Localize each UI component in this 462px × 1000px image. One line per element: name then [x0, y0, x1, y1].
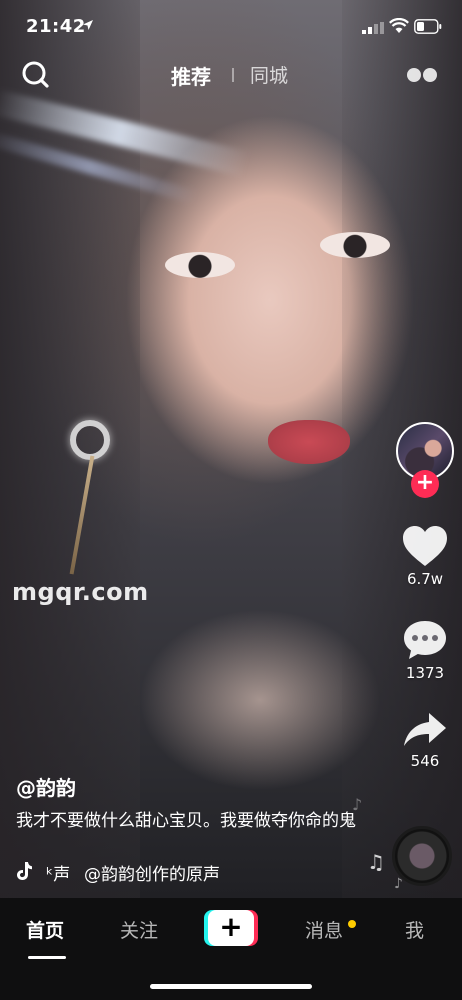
wifi-icon: [389, 18, 409, 33]
video-earring: [70, 420, 110, 460]
music-title: @韵韵创作的原声: [84, 865, 220, 884]
share-arrow-icon: [404, 713, 446, 746]
nav-messages[interactable]: 消息: [305, 916, 343, 943]
tab-nearby[interactable]: 同城: [250, 61, 288, 88]
nav-home[interactable]: 首页: [26, 916, 64, 943]
share-count: 546: [410, 752, 440, 770]
nav-profile[interactable]: 我: [405, 916, 424, 943]
video-eye-left: [165, 252, 235, 278]
comment-icon: [404, 621, 446, 659]
top-nav: 推荐 同城: [0, 55, 462, 95]
plus-icon: +: [208, 910, 254, 946]
comment-button[interactable]: 1373: [396, 618, 454, 682]
location-arrow-icon: [83, 20, 93, 30]
video-eye-right: [320, 232, 390, 258]
status-bar: 21:42: [0, 0, 462, 50]
follow-button[interactable]: +: [411, 470, 439, 498]
tiktok-note-icon: [17, 862, 32, 880]
notification-dot: [348, 920, 356, 928]
creator-username[interactable]: @韵韵: [16, 772, 376, 801]
home-indicator[interactable]: [150, 984, 312, 989]
floating-music-note-icon: ♫: [367, 850, 385, 874]
nav-active-indicator: [28, 956, 66, 959]
tab-divider: [232, 68, 234, 82]
video-lips: [268, 420, 350, 464]
search-icon[interactable]: [20, 59, 50, 89]
video-description: 我才不要做什么甜心宝贝。我要做夺你命的鬼: [16, 811, 356, 831]
watermark-text: mgqr.com: [12, 578, 149, 606]
music-prefix: ᵏ声: [46, 865, 71, 884]
heart-icon: [403, 526, 447, 566]
comment-count: 1373: [405, 664, 445, 682]
music-disc-icon[interactable]: [392, 826, 452, 886]
nav-following[interactable]: 关注: [120, 916, 158, 943]
battery-icon: [414, 19, 442, 34]
like-count: 6.7w: [406, 570, 444, 588]
tab-recommend[interactable]: 推荐: [171, 61, 211, 90]
floating-music-note-icon: ♪: [352, 795, 363, 814]
music-row[interactable]: ᵏ声 @韵韵创作的原声: [16, 860, 316, 884]
more-icon[interactable]: [406, 67, 438, 83]
cellular-signal-icon: [362, 22, 384, 34]
like-button[interactable]: 6.7w: [396, 524, 454, 588]
create-video-button[interactable]: +: [204, 910, 258, 946]
share-button[interactable]: 546: [396, 710, 454, 770]
status-time: 21:42: [26, 16, 86, 37]
video-caption: @韵韵 我才不要做什么甜心宝贝。我要做夺你命的鬼: [16, 772, 376, 833]
